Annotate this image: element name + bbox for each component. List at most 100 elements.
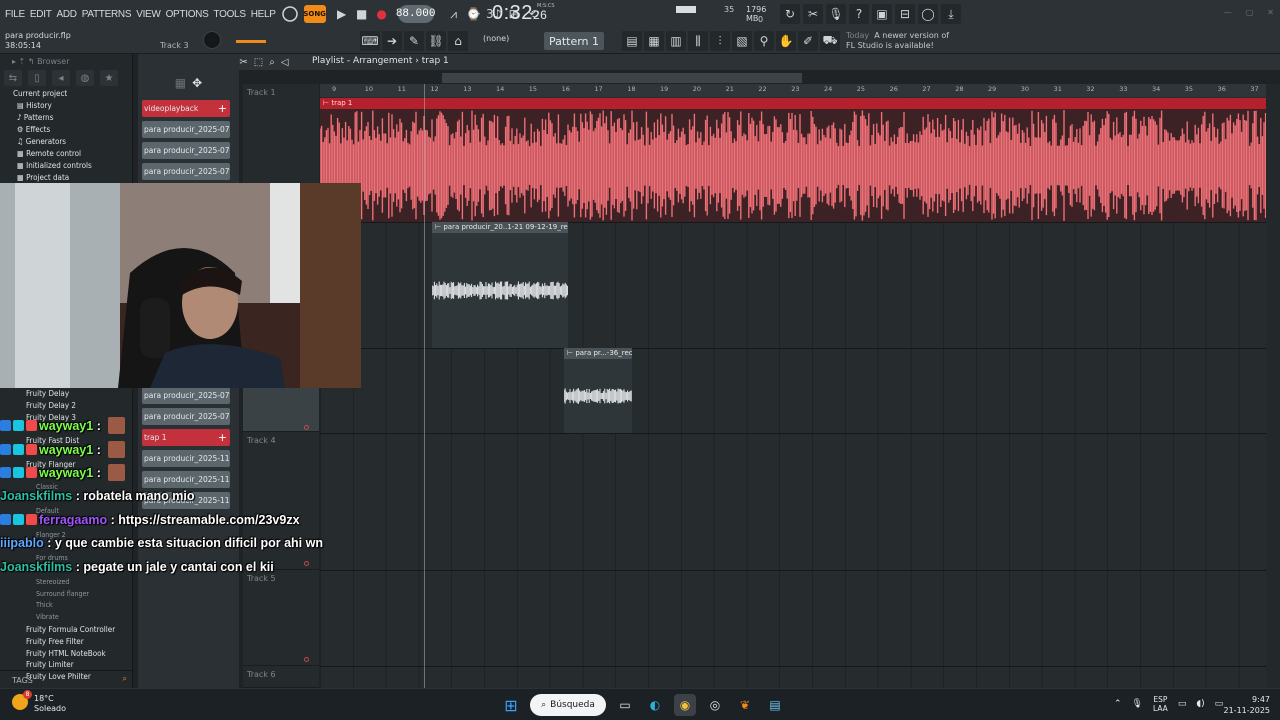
mixer-icon[interactable]: ⫼ [688, 31, 708, 51]
help-icon[interactable]: ? [849, 4, 869, 24]
browser-tab-project-icon[interactable]: ▯ [28, 70, 46, 86]
channel-button[interactable]: trap 1 + [142, 429, 230, 446]
step-sequencer-icon[interactable]: ▦ [644, 31, 664, 51]
minimize-icon[interactable]: — [1224, 8, 1232, 17]
chat-icon[interactable]: ◯ [918, 4, 938, 24]
chat-username[interactable]: wayway1 [39, 466, 93, 480]
tray-overflow-icon[interactable]: ⌃ [1114, 699, 1122, 709]
record-icon[interactable]: ● [372, 4, 392, 24]
audio-clip-waveform[interactable] [319, 109, 1267, 222]
browser-tab-sounds-icon[interactable]: ◍ [76, 70, 94, 86]
menu-edit[interactable]: EDIT [30, 9, 52, 20]
master-pitch-slider[interactable] [236, 40, 266, 43]
input-language[interactable]: ESP LAA [1153, 695, 1168, 713]
timeline-ruler[interactable]: 9 10 11 12 13 14 15 16 17 18 19 20 21 22 23 24 25 26 27 28 2… [320, 84, 1266, 97]
slice-tool-icon[interactable]: ✂ [239, 57, 247, 68]
network-icon[interactable]: ▭ [1178, 699, 1187, 709]
playlist-breadcrumb[interactable]: trap 1 [422, 56, 449, 66]
zoom-tool-icon[interactable]: ⌕ [269, 57, 275, 68]
track-record-dot[interactable] [304, 425, 309, 430]
chat-username[interactable]: wayway1 [39, 443, 93, 457]
chat-username[interactable]: iiipablo [0, 536, 44, 550]
download-icon[interactable]: ⤓ [941, 4, 961, 24]
preset-item[interactable]: Thick [0, 600, 133, 612]
channel-button[interactable]: para producir_2025-07-... [142, 163, 230, 180]
track-header[interactable]: Track 6 [243, 657, 319, 688]
touch-icon[interactable]: ✋ [776, 31, 796, 51]
plugin-item[interactable]: Fruity Formula Controller [0, 624, 133, 636]
clip-header[interactable]: ⊢ para producir_20..1-21 09-12-19_rec [432, 222, 568, 233]
taskbar-clock[interactable]: 9:47 21-11-2025 [1224, 694, 1271, 716]
fl-studio-icon[interactable]: ❦ [734, 694, 756, 716]
song-mode-toggle[interactable]: SONG [303, 5, 326, 23]
update-notice[interactable]: Today A newer version of FL Studio is av… [846, 31, 949, 51]
windows-start-icon[interactable]: ⊞ [500, 694, 522, 716]
playhead[interactable] [424, 84, 425, 688]
link-icon[interactable]: ⛓ [426, 31, 446, 51]
preset-item[interactable]: Surround flanger [0, 589, 133, 601]
menu-options[interactable]: OPTIONS [166, 9, 209, 20]
snap-selector[interactable]: (none) [483, 34, 509, 43]
tools-icon[interactable]: ✂ [803, 4, 823, 24]
plugin-picker-icon[interactable]: ⚲ [754, 31, 774, 51]
typing-keyboard-icon[interactable]: ⌨ [360, 31, 380, 51]
channel-button[interactable]: para producir_2025-07-... [142, 408, 230, 425]
search-icon[interactable]: ⌕ [123, 674, 127, 684]
obs-icon[interactable]: ◎ [704, 694, 726, 716]
plugin-item[interactable]: Fruity Free Filter [0, 636, 133, 648]
microphone-tray-icon[interactable]: 🎙 [1132, 699, 1143, 709]
plugin-item[interactable]: Fruity Delay 2 [0, 400, 133, 412]
grid-icon[interactable]: ▦ [175, 76, 186, 90]
browser-tab-all-icon[interactable]: ⇆ [4, 70, 22, 86]
edge-browser-icon[interactable]: ◐ [644, 694, 666, 716]
menu-help[interactable]: HELP [251, 9, 276, 20]
menu-file[interactable]: FILE [5, 9, 25, 20]
stamp-icon[interactable]: ⌂ [448, 31, 468, 51]
undo-history-icon[interactable]: ↻ [780, 4, 800, 24]
playlist-vertical-scrollbar[interactable] [1266, 84, 1280, 688]
metronome-icon[interactable]: ⩘ [444, 4, 464, 24]
playback-tool-icon[interactable]: ◁ [281, 57, 289, 68]
time-format-label[interactable]: M:S:CS [537, 3, 555, 9]
pencil-icon[interactable]: ✎ [404, 31, 424, 51]
tempo-display[interactable]: 88.000 [396, 5, 435, 23]
channel-button[interactable]: para producir_2025-11-2... [142, 450, 230, 467]
tree-item-generators[interactable]: ♫ Generators [13, 136, 132, 148]
piano-roll-icon[interactable]: ▥ [666, 31, 686, 51]
taskbar-search[interactable]: ⌕ Búsqueda [530, 694, 606, 716]
clip-header[interactable]: ⊢ para pr...-36_rec [564, 348, 632, 359]
task-view-icon[interactable]: ▭ [614, 694, 636, 716]
move-icon[interactable]: ✥ [192, 76, 202, 90]
tree-item-initialized-controls[interactable]: ▦ Initialized controls [13, 160, 132, 172]
browser-icon[interactable]: ▧ [732, 31, 752, 51]
select-tool-icon[interactable]: ⬚ [254, 57, 263, 68]
playlist-horizontal-scrollbar[interactable] [442, 73, 802, 83]
track-record-dot[interactable] [304, 561, 309, 566]
chat-username[interactable]: wayway1 [39, 419, 93, 433]
channel-rack-icon[interactable]: ⫶ [710, 31, 730, 51]
browser-tab-starred-icon[interactable]: ★ [100, 70, 118, 86]
close-icon[interactable]: ✕ [1267, 8, 1274, 17]
channel-button[interactable]: para producir_2025-07-... [142, 142, 230, 159]
channel-button[interactable]: para producir_2025-07-... [142, 121, 230, 138]
preset-item[interactable]: Vibrate [0, 612, 133, 624]
microphone-icon[interactable]: 🎙 [826, 4, 846, 24]
tree-item-remote-control[interactable]: ▦ Remote control [13, 148, 132, 160]
tree-root[interactable]: Current project [13, 88, 132, 100]
plugin-item[interactable]: Fruity HTML NoteBook [0, 648, 133, 660]
master-volume-knob[interactable] [203, 31, 221, 49]
pattern-selector[interactable]: Pattern 1 [544, 32, 604, 50]
chat-username[interactable]: ferragaamo [39, 513, 107, 527]
audio-clip-waveform[interactable] [563, 359, 632, 433]
channel-button[interactable]: para producir_2025-07-... [142, 387, 230, 404]
save-icon[interactable]: ▣ [872, 4, 892, 24]
metronome-dial-icon[interactable] [280, 4, 300, 24]
audio-clip-waveform[interactable] [431, 233, 569, 348]
chrome-browser-icon[interactable]: ◉ [674, 694, 696, 716]
menu-tools[interactable]: TOOLS [213, 9, 246, 20]
browser-tab-plugins-icon[interactable]: ◂ [52, 70, 70, 86]
stop-icon[interactable]: ■ [352, 4, 372, 24]
playlist-icon[interactable]: ▤ [622, 31, 642, 51]
add-icon[interactable]: + [218, 429, 227, 446]
notepad-icon[interactable]: ▤ [764, 694, 786, 716]
